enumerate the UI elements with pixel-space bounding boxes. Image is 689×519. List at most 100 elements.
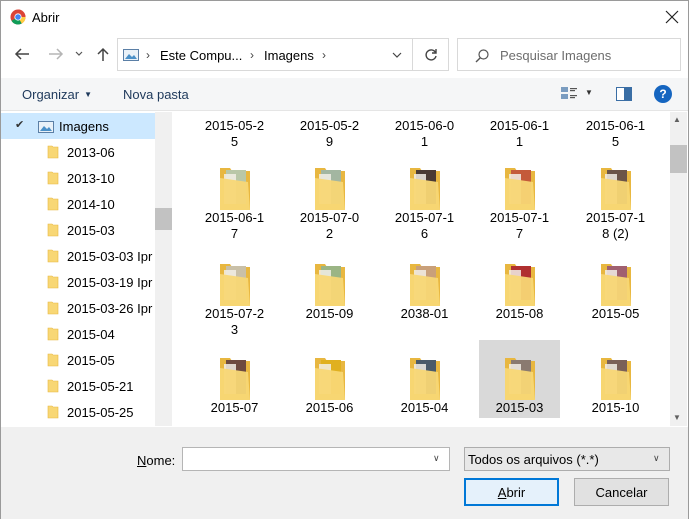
chevron-down-icon[interactable]: ∨: [433, 453, 440, 464]
folder-tile-label-line1: 2015-10: [591, 400, 640, 415]
file-list: 2015-05-2 5 2015-05-2 9 2015-06-0 1 2015-06-1 1…: [173, 112, 670, 426]
search-box[interactable]: [457, 38, 681, 71]
folder-tile[interactable]: 2038-01: [384, 246, 465, 324]
nav-folder-item[interactable]: 2015-03-03 Ipr: [1, 243, 155, 269]
file-name-label: Nome:: [137, 453, 175, 468]
nav-folder-label: 2015-03-26 Ipr: [67, 301, 153, 316]
command-bar: Organizar ▼ Nova pasta ▼ ?: [1, 78, 688, 111]
back-button[interactable]: [11, 43, 33, 65]
file-list-scrollbar-thumb[interactable]: [670, 145, 687, 173]
nav-folder-item[interactable]: 2015-05-25: [1, 399, 155, 425]
folder-thumbnail-icon: [220, 168, 250, 210]
folder-tile[interactable]: 2015-07-1 7: [479, 150, 560, 246]
folder-thumbnail-icon: [315, 358, 345, 400]
nav-folder-item[interactable]: 2013-10: [1, 165, 155, 191]
file-name-combobox[interactable]: ∨: [182, 447, 450, 471]
folder-tile-label-line2: 7: [230, 226, 239, 241]
chevron-expanded-icon[interactable]: ✔: [15, 118, 24, 131]
file-type-select[interactable]: Todos os arquivos (*.*) ∨: [464, 447, 670, 471]
folder-tile[interactable]: 2015-06-1 7: [194, 150, 275, 246]
nav-folder-item[interactable]: 2015-03-19 Ipr: [1, 269, 155, 295]
navigation-scrollbar[interactable]: [155, 112, 172, 426]
nav-folder-label: 2015-03-19 Ipr: [67, 275, 153, 290]
folder-tile[interactable]: 2015-07-2 3: [194, 246, 275, 342]
breadcrumb-this-pc[interactable]: Este Compu...: [160, 48, 242, 63]
nav-folder-item[interactable]: 2013-06: [1, 139, 155, 165]
folder-tile[interactable]: 2015-07-1 6: [384, 150, 465, 246]
folder-tile-partial[interactable]: 2015-05-2 9: [289, 118, 370, 150]
folder-tile[interactable]: 2015-03: [479, 340, 560, 418]
scroll-down-icon[interactable]: ▼: [673, 413, 681, 422]
nav-folder-item[interactable]: 2015-03-26 Ipr: [1, 295, 155, 321]
folder-tile-label-line1: 2015-05-2: [204, 118, 265, 133]
folder-tile-label-line2: 8 (2): [602, 226, 629, 241]
nav-folder-item[interactable]: 2015-05: [1, 347, 155, 373]
folder-tile-label-line1: 2015-06-0: [394, 118, 455, 133]
open-button[interactable]: Abrir: [464, 478, 559, 506]
file-name-input[interactable]: [187, 451, 427, 468]
nav-item-pictures[interactable]: ✔ Imagens: [1, 113, 155, 139]
address-bar[interactable]: › Este Compu... › Imagens ›: [117, 38, 449, 71]
chevron-down-icon: ∨: [653, 453, 660, 463]
pictures-icon: [123, 49, 139, 61]
help-icon[interactable]: ?: [654, 85, 672, 103]
folder-tile[interactable]: 2015-04: [384, 340, 465, 418]
close-icon[interactable]: [661, 6, 683, 28]
search-input[interactable]: [500, 46, 670, 64]
folder-tile[interactable]: 2015-07-0 2: [289, 150, 370, 246]
folder-tile-label-line1: 2015-07-1: [394, 210, 455, 225]
window-title: Abrir: [32, 10, 60, 25]
folder-tile-label-line2: 2: [325, 226, 334, 241]
folder-tile[interactable]: 2015-10: [575, 340, 656, 418]
refresh-button[interactable]: [412, 39, 448, 70]
up-button[interactable]: [92, 43, 114, 65]
navigation-scrollbar-thumb[interactable]: [155, 208, 172, 230]
folder-icon: [47, 327, 59, 341]
folder-tile-label-line2: 5: [611, 134, 620, 149]
folder-tile-partial[interactable]: 2015-06-0 1: [384, 118, 465, 150]
title-bar: Abrir: [1, 1, 688, 34]
breadcrumb-pictures[interactable]: Imagens: [264, 48, 314, 63]
folder-tile[interactable]: 2015-05: [575, 246, 656, 324]
breadcrumb-separator-icon[interactable]: ›: [322, 48, 326, 62]
address-history-dropdown[interactable]: [381, 39, 411, 70]
scroll-up-icon[interactable]: ▲: [673, 115, 681, 124]
folder-tile-partial[interactable]: 2015-05-2 5: [194, 118, 275, 150]
folder-tile-partial[interactable]: 2015-06-1 1: [479, 118, 560, 150]
preview-pane-icon[interactable]: [615, 86, 633, 102]
folder-tile-label-line2: 9: [325, 134, 334, 149]
organize-menu[interactable]: Organizar ▼: [22, 87, 92, 102]
folder-tile[interactable]: 2015-07: [194, 340, 275, 418]
folder-tile-label-line1: 2015-05: [591, 306, 640, 321]
folder-thumbnail-icon: [505, 264, 535, 306]
folder-tile-partial[interactable]: 2015-06-1 5: [575, 118, 656, 150]
folder-tile-label-line1: 2015-04: [400, 400, 449, 415]
nav-folder-item[interactable]: 2015-04: [1, 321, 155, 347]
nav-folder-label: 2015-05: [67, 353, 115, 368]
arrow-left-icon: [14, 48, 29, 60]
change-view-icon[interactable]: [560, 85, 578, 101]
file-list-scrollbar[interactable]: ▲ ▼: [670, 112, 687, 426]
folder-tile[interactable]: 2015-08: [479, 246, 560, 324]
folder-thumbnail-icon: [410, 264, 440, 306]
view-options-dropdown[interactable]: ▼: [585, 88, 593, 97]
refresh-icon: [424, 48, 437, 61]
new-folder-button[interactable]: Nova pasta: [123, 87, 189, 102]
recent-locations-button[interactable]: [71, 43, 87, 65]
folder-thumbnail-icon: [505, 168, 535, 210]
folder-icon: [47, 197, 59, 211]
cancel-button[interactable]: Cancelar: [574, 478, 669, 506]
folder-tile[interactable]: 2015-06: [289, 340, 370, 418]
forward-button[interactable]: [45, 43, 67, 65]
nav-folder-item[interactable]: 2014-10: [1, 191, 155, 217]
nav-folder-item[interactable]: 2015-03: [1, 217, 155, 243]
folder-tile[interactable]: 2015-07-1 8 (2): [575, 150, 656, 246]
nav-item-label: Imagens: [59, 119, 109, 134]
nav-folder-label: 2013-06: [67, 145, 115, 160]
nav-folder-label: 2015-03-03 Ipr: [67, 249, 153, 264]
folder-tile[interactable]: 2015-09: [289, 246, 370, 324]
nav-folder-item[interactable]: 2015-05-21: [1, 373, 155, 399]
folder-tile-label-line1: 2015-06: [305, 400, 354, 415]
folder-thumbnail-icon: [505, 358, 535, 400]
folder-icon: [47, 249, 59, 263]
